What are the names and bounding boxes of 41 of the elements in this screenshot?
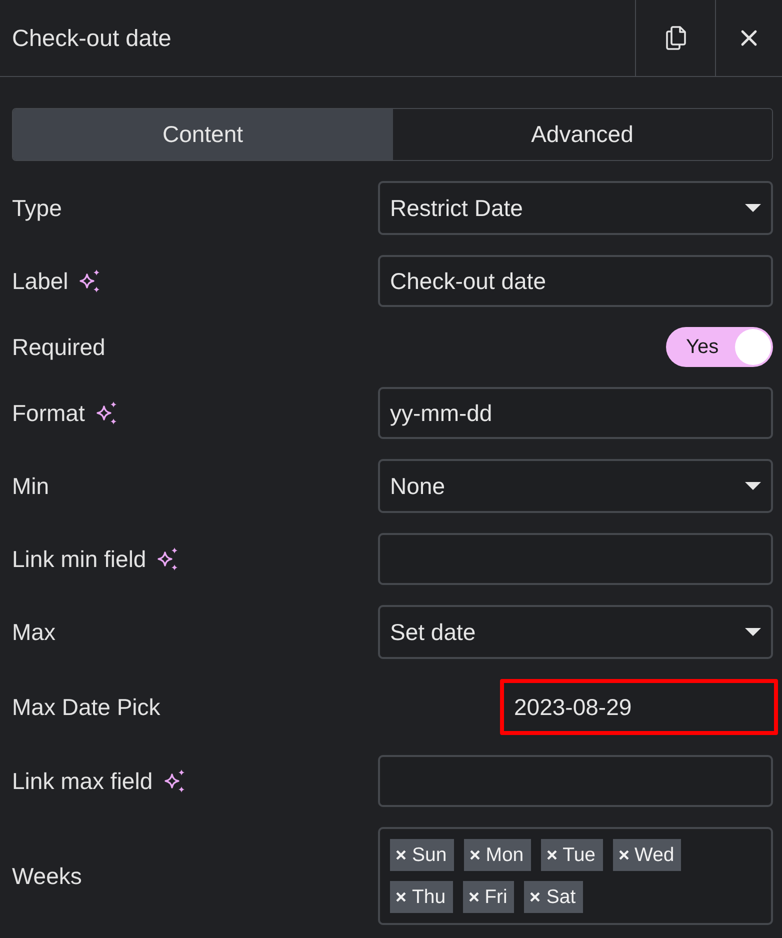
panel-title: Check-out date (11, 24, 172, 52)
toggle-switch[interactable]: Yes (666, 327, 773, 367)
field-label: Min (12, 472, 50, 500)
text-field[interactable]: Check-out date (378, 255, 773, 307)
text-field[interactable] (378, 755, 773, 807)
field-label: Label (12, 268, 68, 294)
remove-icon (470, 850, 480, 860)
date-field[interactable]: 2023-08-29 (500, 679, 778, 735)
text-field[interactable]: yy-mm-dd (378, 387, 773, 439)
tags-field[interactable]: Sun Mon Tue Wed Thu Fri Sat (378, 827, 773, 925)
field-label: Max (12, 618, 56, 646)
caret-icon (745, 482, 761, 490)
remove-icon (396, 850, 406, 860)
select-dropdown[interactable]: Restrict Date (378, 181, 773, 235)
select-dropdown[interactable]: Set date (378, 605, 773, 659)
switch-knob (735, 329, 771, 365)
field-label: Link min field (12, 546, 146, 572)
weekday-tag[interactable]: Sat (524, 881, 583, 913)
weekday-tag[interactable]: Wed (612, 839, 682, 871)
remove-icon (530, 892, 540, 902)
field-label: Weeks (12, 862, 82, 890)
weekday-tag[interactable]: Thu (390, 881, 453, 913)
remove-icon (396, 892, 406, 902)
field-label: Required (12, 334, 106, 360)
weekday-tag[interactable]: Tue (540, 839, 603, 871)
remove-icon (468, 892, 479, 902)
remove-icon (618, 850, 629, 860)
caret-icon (745, 628, 761, 636)
field-label: Link max field (12, 768, 153, 794)
copy-icon (666, 26, 686, 50)
field-label: Format (12, 400, 85, 426)
remove-icon (546, 850, 557, 860)
field-label: Type (12, 194, 62, 222)
weekday-tag[interactable]: Fri (462, 881, 514, 913)
select-dropdown[interactable]: None (378, 459, 773, 513)
text-field[interactable] (378, 533, 773, 585)
caret-icon (745, 204, 761, 212)
field-label: Max Date Pick (12, 694, 160, 720)
tab[interactable]: Content (13, 109, 392, 160)
weekday-tag[interactable]: Mon (464, 839, 531, 871)
weekday-tag[interactable]: Sun (390, 839, 454, 871)
